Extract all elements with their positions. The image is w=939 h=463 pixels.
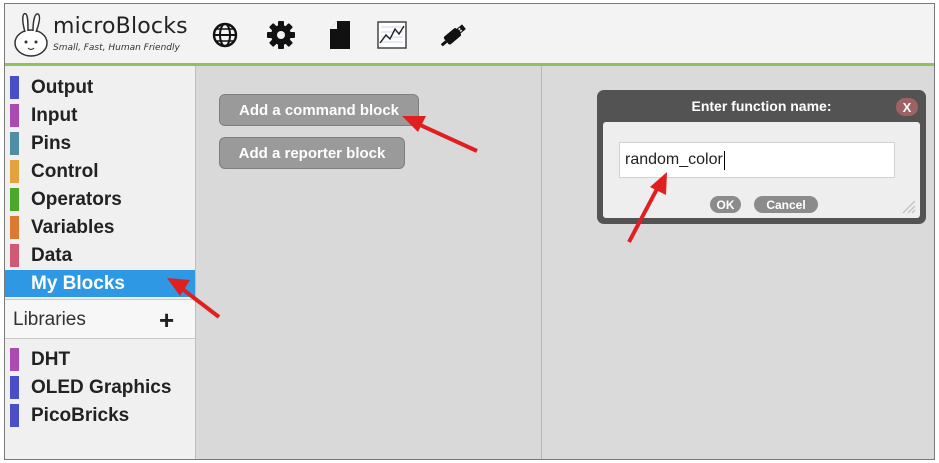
category-label: My Blocks — [31, 272, 125, 294]
text-caret — [723, 150, 725, 170]
library-color-swatch — [10, 348, 19, 371]
globe-icon[interactable] — [208, 18, 242, 52]
microblocks-window: microBlocks Small, Fast, Human Friendly — [4, 3, 935, 460]
libraries-label: Libraries — [13, 309, 86, 330]
category-color-swatch — [10, 272, 19, 295]
category-label: Control — [31, 160, 99, 182]
category-label: Input — [31, 104, 78, 126]
function-name-input[interactable]: random_color — [619, 142, 895, 178]
add-reporter-block-button[interactable]: Add a reporter block — [219, 137, 405, 169]
category-label: Output — [31, 76, 94, 98]
category-color-swatch — [10, 132, 19, 155]
library-color-swatch — [10, 404, 19, 427]
category-color-swatch — [10, 216, 19, 239]
function-name-value: random_color — [625, 151, 723, 168]
category-color-swatch — [10, 188, 19, 211]
category-label: Operators — [31, 188, 122, 210]
dialog-title: Enter function name: — [691, 98, 832, 114]
app-tagline: Small, Fast, Human Friendly — [53, 43, 180, 53]
category-sidebar: Output Input Pins Control Operators Vari… — [5, 66, 196, 459]
library-oled-graphics[interactable]: OLED Graphics — [5, 374, 195, 401]
category-pins[interactable]: Pins — [5, 130, 195, 157]
dialog-close-button[interactable]: X — [896, 98, 918, 116]
libraries-header: Libraries + — [5, 299, 195, 339]
usb-plug-icon[interactable] — [437, 18, 471, 52]
category-input[interactable]: Input — [5, 102, 195, 129]
gear-icon[interactable] — [264, 18, 298, 52]
library-color-swatch — [10, 376, 19, 399]
library-label: DHT — [31, 348, 71, 370]
category-my-blocks[interactable]: My Blocks — [5, 270, 195, 297]
function-name-dialog: Enter function name: X random_color OK C… — [597, 90, 926, 224]
category-data[interactable]: Data — [5, 242, 195, 269]
library-label: PicoBricks — [31, 404, 130, 426]
category-output[interactable]: Output — [5, 74, 195, 101]
graph-icon[interactable] — [375, 18, 409, 52]
category-color-swatch — [10, 76, 19, 99]
ok-button[interactable]: OK — [710, 196, 741, 213]
category-operators[interactable]: Operators — [5, 186, 195, 213]
library-label: OLED Graphics — [31, 376, 172, 398]
app-title: microBlocks — [53, 14, 188, 39]
add-library-button[interactable]: + — [159, 305, 174, 336]
category-color-swatch — [10, 244, 19, 267]
cancel-button[interactable]: Cancel — [754, 196, 818, 213]
resize-handle-icon[interactable] — [900, 198, 916, 214]
category-variables[interactable]: Variables — [5, 214, 195, 241]
category-label: Variables — [31, 216, 115, 238]
top-toolbar: microBlocks Small, Fast, Human Friendly — [5, 4, 934, 66]
file-icon[interactable] — [323, 18, 357, 52]
block-palette: Add a command block Add a reporter block — [196, 66, 542, 459]
library-dht[interactable]: DHT — [5, 346, 195, 373]
category-label: Pins — [31, 132, 72, 154]
add-command-block-button[interactable]: Add a command block — [219, 94, 419, 126]
category-color-swatch — [10, 160, 19, 183]
category-label: Data — [31, 244, 73, 266]
library-picobricks[interactable]: PicoBricks — [5, 402, 195, 429]
microblocks-logo-icon — [14, 12, 48, 57]
category-control[interactable]: Control — [5, 158, 195, 185]
category-color-swatch — [10, 104, 19, 127]
